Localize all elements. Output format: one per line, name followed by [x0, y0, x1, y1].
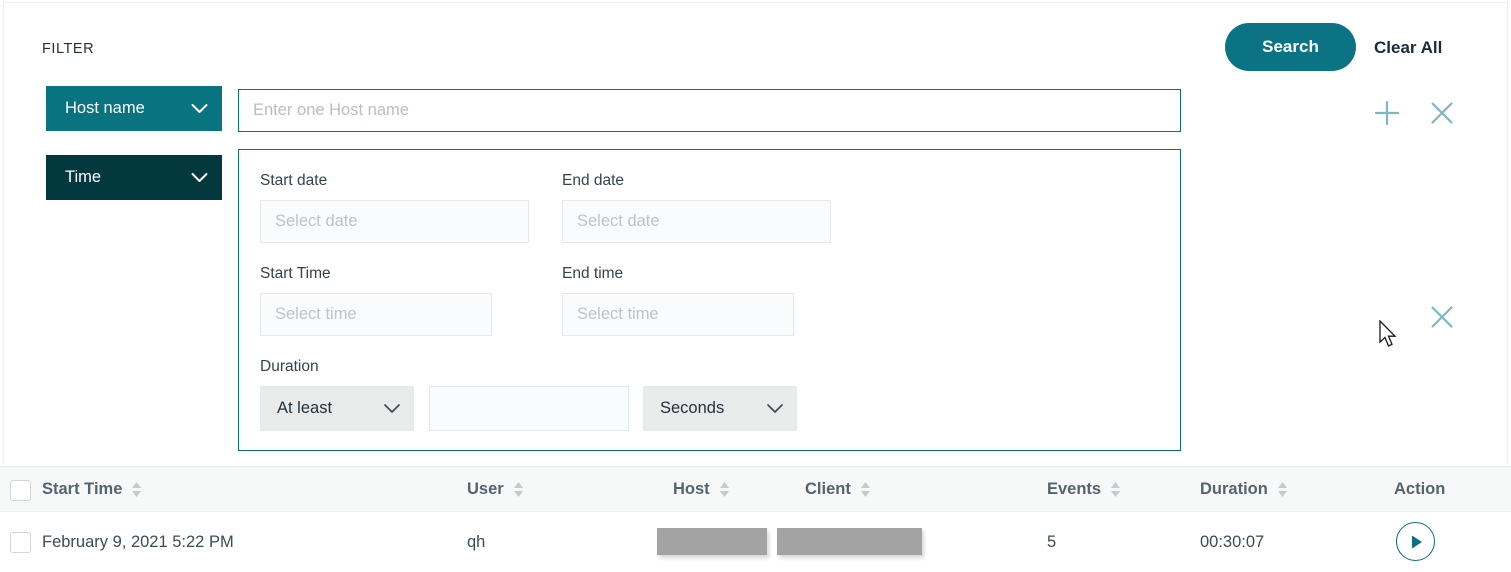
select-all-checkbox[interactable] — [10, 480, 31, 501]
play-session-button[interactable] — [1396, 522, 1435, 561]
duration-unit-select[interactable]: Seconds — [643, 386, 797, 431]
column-header-action: Action — [1394, 467, 1445, 511]
column-header-user[interactable]: User — [467, 467, 524, 511]
column-header-host-label: Host — [673, 480, 710, 499]
criteria-select-time[interactable]: Time — [46, 155, 222, 200]
column-header-client-label: Client — [805, 480, 851, 499]
chevron-down-icon — [191, 172, 208, 183]
remove-time-filter-button[interactable] — [1427, 302, 1457, 332]
chevron-down-icon — [191, 103, 208, 114]
chevron-down-icon — [766, 403, 784, 414]
column-header-user-label: User — [467, 480, 504, 499]
column-header-duration[interactable]: Duration — [1200, 467, 1288, 511]
cell-events: 5 — [1047, 512, 1056, 572]
results-table-header: Start Time User Host Client — [0, 466, 1511, 512]
column-header-start-time[interactable]: Start Time — [42, 467, 142, 511]
remove-host-name-filter-button[interactable] — [1427, 98, 1457, 128]
start-date-label: Start date — [260, 172, 327, 190]
duration-label: Duration — [260, 358, 319, 376]
end-time-input[interactable] — [562, 293, 794, 336]
play-icon — [1406, 532, 1426, 552]
duration-value-input[interactable] — [429, 386, 629, 431]
sessions-filter-screen: FILTER Host name Time Start date End dat… — [0, 0, 1511, 572]
criteria-time-label: Time — [65, 168, 101, 187]
search-button[interactable]: Search — [1225, 23, 1356, 71]
start-time-label: Start Time — [260, 265, 331, 283]
start-date-input[interactable] — [260, 200, 529, 243]
column-header-duration-label: Duration — [1200, 480, 1268, 499]
cell-host-redacted — [657, 528, 767, 555]
row-select-checkbox[interactable] — [10, 532, 31, 553]
close-icon — [1427, 302, 1457, 332]
end-date-label: End date — [562, 172, 624, 190]
host-name-input[interactable] — [239, 90, 1180, 131]
sort-icon — [860, 481, 871, 498]
duration-operator-select[interactable]: At least — [260, 386, 414, 431]
cell-client-redacted — [777, 528, 922, 555]
column-header-host[interactable]: Host — [673, 467, 730, 511]
add-filter-row-button[interactable] — [1372, 98, 1402, 128]
duration-operator-value: At least — [277, 399, 332, 418]
end-time-label: End time — [562, 265, 623, 283]
filter-panel-title: FILTER — [42, 41, 94, 57]
column-header-client[interactable]: Client — [805, 467, 871, 511]
cell-user: qh — [467, 512, 485, 572]
cell-start-time: February 9, 2021 5:22 PM — [42, 512, 234, 572]
host-name-field-wrapper — [238, 89, 1181, 132]
sort-icon — [513, 481, 524, 498]
cell-duration: 00:30:07 — [1200, 512, 1264, 572]
column-header-action-label: Action — [1394, 480, 1445, 499]
sort-icon — [1277, 481, 1288, 498]
end-date-input[interactable] — [562, 200, 831, 243]
column-header-events[interactable]: Events — [1047, 467, 1121, 511]
close-icon — [1427, 98, 1457, 128]
plus-icon — [1372, 98, 1402, 128]
sort-icon — [1110, 481, 1121, 498]
chevron-down-icon — [383, 403, 401, 414]
sort-icon — [131, 481, 142, 498]
column-header-start-time-label: Start Time — [42, 480, 122, 499]
criteria-select-host-name[interactable]: Host name — [46, 86, 222, 131]
criteria-host-name-label: Host name — [65, 99, 145, 118]
duration-unit-value: Seconds — [660, 399, 724, 418]
time-filter-panel: Start date End date Start Time End time … — [238, 149, 1181, 451]
column-header-events-label: Events — [1047, 480, 1101, 499]
start-time-input[interactable] — [260, 293, 492, 336]
filter-panel: FILTER Host name Time Start date End dat… — [3, 2, 1508, 464]
clear-all-button[interactable]: Clear All — [1370, 36, 1446, 60]
sort-icon — [719, 481, 730, 498]
